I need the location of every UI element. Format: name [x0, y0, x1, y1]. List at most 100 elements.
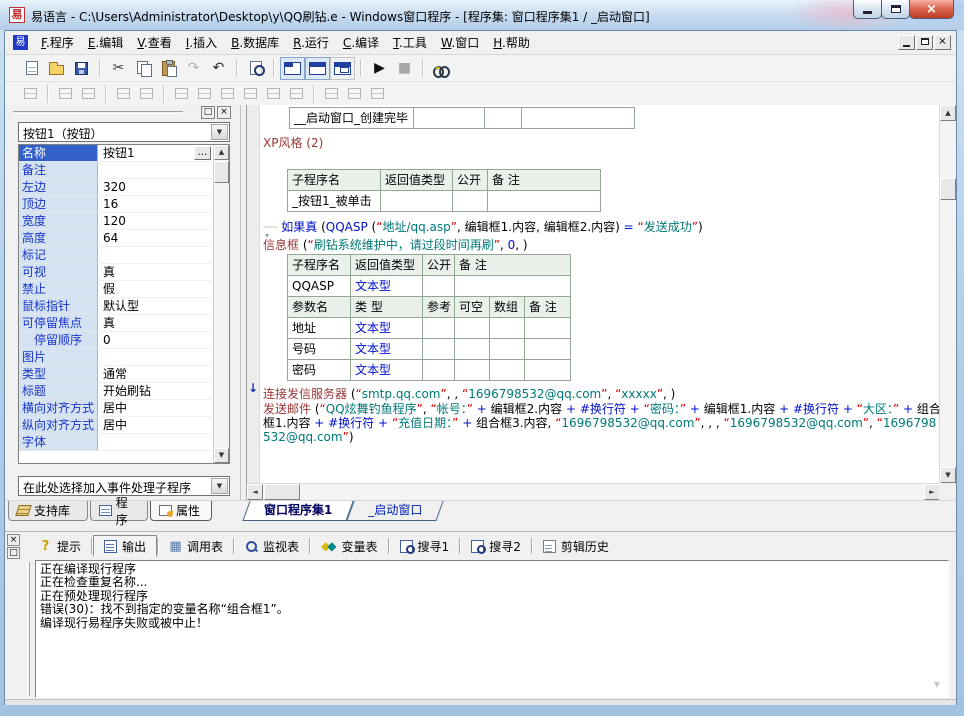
- menu-item-compile[interactable]: C.编译: [336, 32, 386, 54]
- panel-tab-properties[interactable]: 属性: [150, 501, 212, 521]
- property-row-14[interactable]: 标题开始刷钻: [19, 383, 212, 400]
- empty-cell[interactable]: [423, 318, 455, 339]
- panel-close-button[interactable]: ×: [217, 106, 231, 119]
- property-row-0[interactable]: 名称按钮1…: [19, 145, 212, 162]
- menu-item-window[interactable]: W.窗口: [434, 32, 486, 54]
- equal-horizontal-spacing-button[interactable]: [262, 84, 285, 104]
- property-row-6[interactable]: 标记: [19, 247, 212, 264]
- save-button[interactable]: [69, 57, 94, 80]
- bottom-tab-watch-table[interactable]: 监视表: [235, 535, 309, 557]
- menu-item-insert[interactable]: I.插入: [179, 32, 224, 54]
- run-button[interactable]: ▶: [367, 57, 392, 80]
- empty-cell[interactable]: [525, 339, 571, 360]
- scroll-up-icon[interactable]: ▲: [940, 105, 956, 121]
- sub-table-1[interactable]: 子程序名 返回值类型 公开 备 注 _按钮1_被单击: [287, 169, 601, 212]
- code-line-connect-mail[interactable]: 连接发信服务器 (“smtp.qq.com”, , “1696798532@qq…: [263, 385, 675, 402]
- param-name-cell[interactable]: 密码: [288, 360, 351, 381]
- chevron-down-icon[interactable]: ▼: [211, 478, 228, 494]
- bottom-tab-search-1[interactable]: 搜寻1: [390, 535, 460, 557]
- sub-name-cell[interactable]: __启动窗口_创建完毕: [290, 108, 414, 129]
- code-line-msgbox[interactable]: 信息框 (“刷钻系统维护中，请过段时间再刷”, 0, ): [263, 236, 528, 253]
- same-width-button[interactable]: [320, 84, 343, 104]
- empty-cell[interactable]: [525, 318, 571, 339]
- empty-cell[interactable]: [423, 339, 455, 360]
- align-left-button[interactable]: [170, 84, 193, 104]
- property-row-3[interactable]: 顶边16: [19, 196, 212, 213]
- scroll-down-icon[interactable]: ▼: [940, 467, 956, 483]
- mdi-minimize-button[interactable]: [898, 35, 915, 50]
- property-row-12[interactable]: 图片: [19, 349, 212, 366]
- empty-cell[interactable]: [381, 191, 453, 212]
- bottom-tab-variable-table[interactable]: ◆◆变量表: [311, 535, 387, 557]
- property-row-5[interactable]: 高度64: [19, 230, 212, 247]
- center-vertically-button[interactable]: [239, 84, 262, 104]
- property-row-8[interactable]: 禁止假: [19, 281, 212, 298]
- property-row-9[interactable]: 鼠标指针默认型: [19, 298, 212, 315]
- open-file-button[interactable]: [44, 57, 69, 80]
- cut-button[interactable]: ✂: [106, 57, 131, 80]
- menu-item-help[interactable]: H.帮助: [486, 32, 537, 54]
- code-horizontal-scrollbar[interactable]: ◄ ►: [247, 483, 940, 500]
- menu-item-database[interactable]: B.数据库: [224, 32, 286, 54]
- scrollbar-thumb[interactable]: [214, 161, 229, 183]
- window-layout-split-button[interactable]: [330, 57, 355, 80]
- menu-item-tools[interactable]: T.工具: [386, 32, 434, 54]
- param-name-cell[interactable]: 号码: [288, 339, 351, 360]
- property-grid-scrollbar[interactable]: ▲ ▼: [213, 145, 229, 463]
- empty-cell[interactable]: [414, 108, 485, 129]
- empty-cell[interactable]: [455, 276, 571, 297]
- bottom-tab-clip-history[interactable]: 剪辑历史: [533, 535, 619, 557]
- panel-tab-program[interactable]: 程序: [90, 501, 148, 521]
- align-top-button[interactable]: [216, 84, 239, 104]
- titlebar[interactable]: 易 易语言 - C:\Users\Administrator\Desktop\y…: [0, 0, 964, 30]
- empty-cell[interactable]: [525, 360, 571, 381]
- property-row-11[interactable]: 停留顺序0: [19, 332, 212, 349]
- equal-vertical-spacing-button[interactable]: [285, 84, 308, 104]
- output-close-button[interactable]: ×: [7, 534, 20, 546]
- sub-table-2-head[interactable]: 子程序名 返回值类型 公开 备 注 QQASP 文本型: [287, 254, 571, 297]
- menu-item-program[interactable]: F.程序: [34, 32, 81, 54]
- bottom-tab-hints[interactable]: ?提示: [29, 535, 91, 557]
- empty-cell[interactable]: [453, 191, 488, 212]
- space-columns-button[interactable]: [135, 84, 158, 104]
- menu-item-view[interactable]: V.查看: [130, 32, 179, 54]
- property-row-16[interactable]: 纵向对齐方式居中: [19, 417, 212, 434]
- bottom-tab-search-2[interactable]: 搜寻2: [461, 535, 531, 557]
- code-tab-startup-window[interactable]: _启动窗口: [350, 501, 440, 521]
- new-file-button[interactable]: [19, 57, 44, 80]
- compiler-output[interactable]: 正在编译现行程序正在检查重复名称...正在预处理现行程序错误(30)：找不到指定…: [35, 560, 949, 698]
- scroll-up-icon[interactable]: ▲: [214, 145, 229, 160]
- param-type-cell[interactable]: 文本型: [351, 318, 423, 339]
- empty-cell[interactable]: [455, 360, 490, 381]
- property-row-4[interactable]: 宽度120: [19, 213, 212, 230]
- empty-cell[interactable]: [522, 108, 635, 129]
- stop-button[interactable]: ■: [392, 57, 417, 80]
- empty-cell[interactable]: [490, 318, 525, 339]
- empty-cell[interactable]: [490, 339, 525, 360]
- menu-item-run[interactable]: R.运行: [286, 32, 336, 54]
- property-row-10[interactable]: 可停留焦点真: [19, 315, 212, 332]
- maximize-button[interactable]: [881, 0, 910, 19]
- scroll-left-icon[interactable]: ◄: [247, 484, 263, 500]
- minimize-button[interactable]: [853, 0, 882, 19]
- empty-cell[interactable]: [455, 318, 490, 339]
- scrollbar-thumb[interactable]: [264, 484, 300, 500]
- param-table[interactable]: 参数名 类 型 参考 可空 数组 备 注 地址文本型号码文本型密码文本型: [287, 296, 571, 381]
- param-type-cell[interactable]: 文本型: [351, 360, 423, 381]
- menu-item-edit[interactable]: E.编辑: [81, 32, 130, 54]
- property-row-13[interactable]: 类型通常: [19, 366, 212, 383]
- empty-cell[interactable]: [455, 339, 490, 360]
- output-float-button[interactable]: □: [7, 547, 20, 559]
- param-type-cell[interactable]: 文本型: [351, 339, 423, 360]
- property-row-2[interactable]: 左边320: [19, 179, 212, 196]
- code-tab-window-program-set-1[interactable]: 窗口程序集1: [246, 501, 350, 521]
- form-designer-button[interactable]: [19, 84, 42, 104]
- same-size-button[interactable]: [366, 84, 389, 104]
- paste-button[interactable]: [156, 57, 181, 80]
- undo-button[interactable]: ↶: [206, 57, 231, 80]
- panel-grip[interactable]: [13, 111, 183, 114]
- close-button[interactable]: ×: [909, 0, 954, 19]
- empty-cell[interactable]: [488, 191, 601, 212]
- code-line-if[interactable]: ┄┄ 如果真 (QQASP (“地址/qq.asp”, 编辑框1.内容, 编辑框…: [263, 218, 703, 235]
- find-button[interactable]: [243, 57, 268, 80]
